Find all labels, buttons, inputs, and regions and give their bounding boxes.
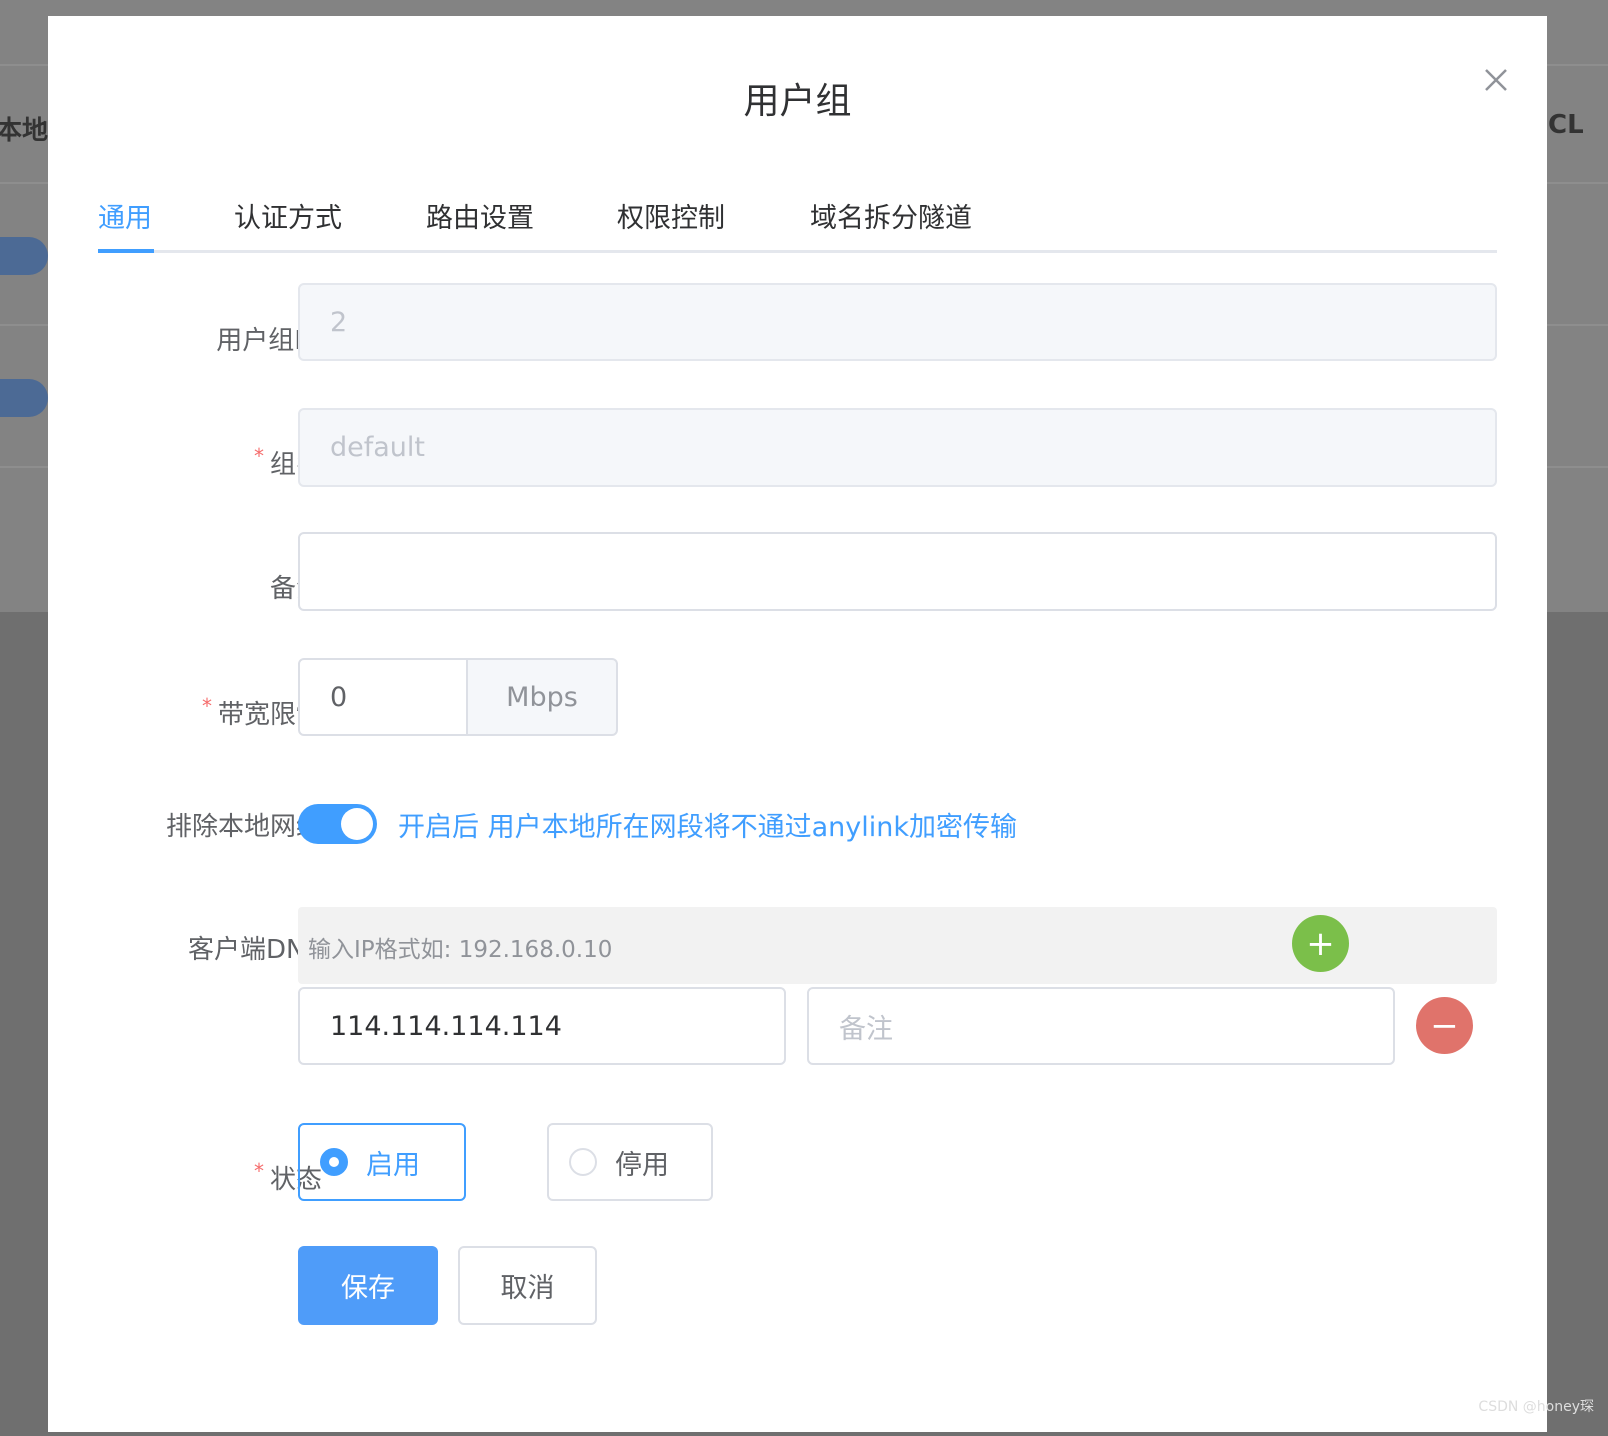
bg-header-text: 本地 (0, 116, 49, 146)
dialog-title: 用户组 (743, 81, 852, 122)
bg-toggle (0, 379, 48, 417)
remark-input[interactable] (298, 532, 1497, 611)
dns-ip-value: 114.114.114.114 (330, 1010, 562, 1042)
add-dns-button[interactable]: + (1292, 915, 1349, 972)
tab-domain-split[interactable]: 域名拆分隧道 (810, 196, 972, 235)
group-id-value: 2 (330, 306, 348, 338)
tab-routes[interactable]: 路由设置 (426, 196, 534, 235)
minus-icon: − (1430, 1005, 1459, 1046)
exclude-local-hint: 开启后 用户本地所在网段将不通过anylink加密传输 (398, 812, 1017, 843)
cancel-button[interactable]: 取消 (458, 1246, 597, 1325)
bandwidth-value: 0 (330, 681, 348, 713)
active-tab-indicator (98, 249, 154, 253)
bg-header-text: CL (1548, 110, 1584, 140)
status-radio-enabled[interactable]: 启用 (298, 1123, 466, 1201)
save-button[interactable]: 保存 (298, 1246, 438, 1325)
dns-remark-placeholder: 备注 (839, 1013, 893, 1045)
tab-permissions[interactable]: 权限控制 (617, 196, 725, 235)
close-icon (1485, 69, 1507, 91)
group-id-input[interactable]: 2 (298, 283, 1497, 361)
status-radio-disabled[interactable]: 停用 (547, 1123, 713, 1201)
remove-dns-button[interactable]: − (1416, 997, 1473, 1054)
bg-toggle (0, 237, 48, 275)
radio-label: 启用 (366, 1149, 420, 1181)
dns-remark-input[interactable]: 备注 (807, 987, 1395, 1065)
toggle-knob (341, 808, 373, 840)
exclude-local-toggle[interactable] (298, 804, 377, 844)
required-mark: * (253, 1159, 264, 1183)
dns-ip-input[interactable]: 114.114.114.114 (298, 987, 786, 1065)
required-mark: * (253, 444, 264, 468)
close-button[interactable] (1476, 60, 1516, 100)
watermark: CSDN @honey琛 (1478, 1399, 1594, 1415)
radio-dot (320, 1148, 348, 1176)
tab-divider (98, 250, 1497, 253)
group-name-input[interactable]: default (298, 408, 1497, 487)
bandwidth-input[interactable]: 0 (298, 658, 468, 736)
radio-dot (569, 1148, 597, 1176)
plus-icon: + (1306, 923, 1335, 964)
bandwidth-unit: Mbps (468, 658, 618, 736)
radio-label: 停用 (615, 1149, 669, 1181)
user-group-dialog: 用户组 通用 认证方式 路由设置 权限控制 域名拆分隧道 用户组ID 2 * 组名… (48, 16, 1547, 1432)
group-name-value: default (330, 432, 426, 463)
tab-auth[interactable]: 认证方式 (234, 196, 342, 235)
tab-general[interactable]: 通用 (98, 196, 152, 235)
required-mark: * (201, 694, 212, 718)
dns-hint: 输入IP格式如: 192.168.0.10 (308, 937, 613, 963)
